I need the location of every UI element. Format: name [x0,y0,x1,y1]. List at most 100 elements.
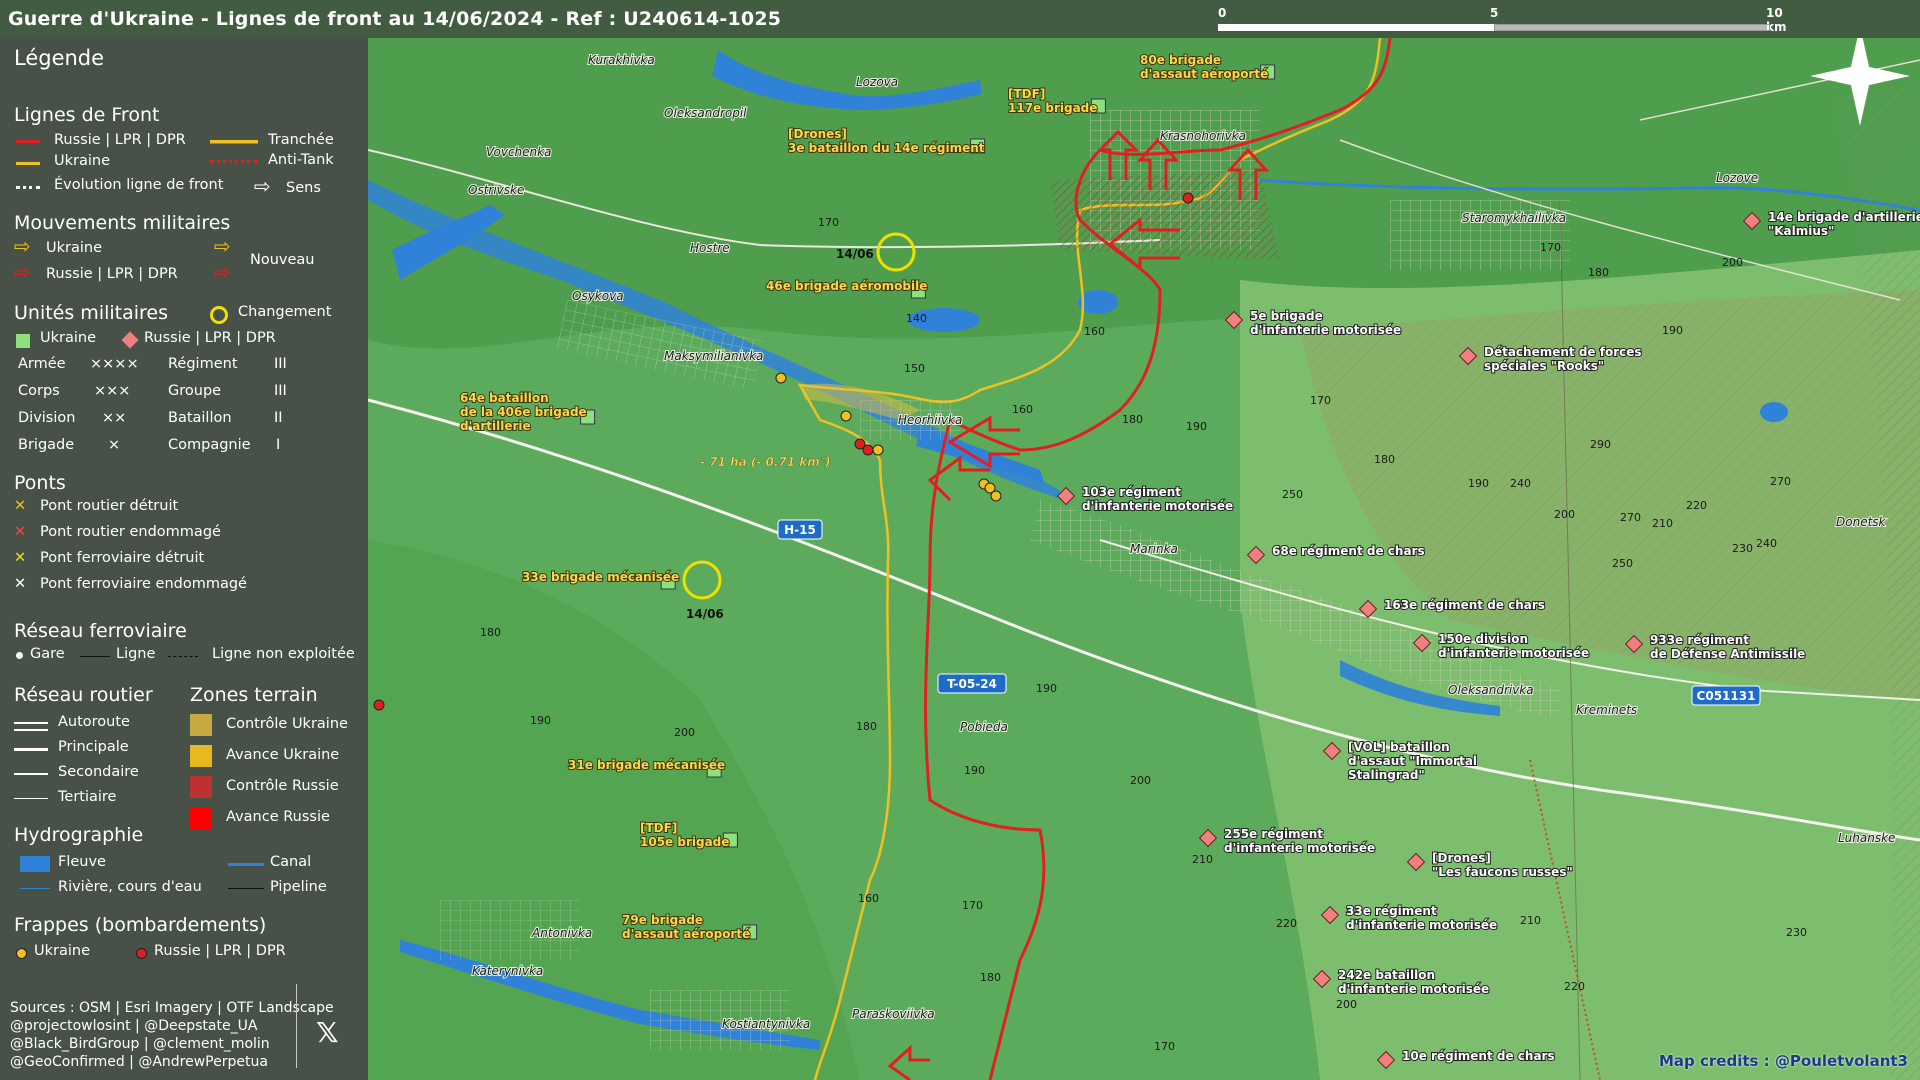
x-logo-icon[interactable]: 𝕏 [316,1016,339,1049]
legend-strike-ukraine: Ukraine [34,943,90,959]
legend-zones-heading: Zones terrain [190,684,318,706]
elevation-label: 190 [1186,420,1207,433]
elevation-label: 200 [1722,256,1743,269]
secondary-road-swatch [14,773,48,775]
unit-label: d'infanterie motorisée [1338,982,1489,996]
strike-russia-icon [136,948,147,959]
legend-road-item: Secondaire [58,764,139,780]
map-title: Guerre d'Ukraine - Lignes de front au 14… [8,8,782,30]
unit-label: 46e brigade aéromobile [766,279,927,293]
map-credits: Map credits : @Pouletvolant3 [1659,1052,1908,1070]
place-label: Heorhiivka [898,413,962,427]
legend-unit-russia: Russie | LPR | DPR [144,330,276,346]
legend-rail-heading: Réseau ferroviaire [14,620,187,642]
unit-label: d'infanterie motorisée [1346,918,1497,932]
legend-bridge-item: Pont routier endommagé [40,524,221,540]
new-russia-arrow-icon: ⇨ [214,260,231,284]
unit-label: [TDF] [1008,87,1045,101]
unit-label: 150e division [1438,632,1528,646]
legend-roads-heading: Réseau routier [14,684,153,706]
sources-line: @GeoConfirmed | @AndrewPerpetua [10,1054,268,1070]
place-label: Kreminets [1576,703,1637,717]
bridge-road-damaged-icon: ✕ [14,524,27,540]
map-canvas[interactable]: N KurakhivkaLozovaOleksandropilVovchenka… [368,38,1920,1080]
legend-title: Légende [14,46,105,70]
unit-label: 33e brigade mécanisée [522,570,679,584]
legend-ukraine-line: Ukraine [54,153,110,169]
unit-label: d'infanterie motorisée [1082,499,1233,513]
stream-swatch [20,888,50,889]
elevation-label: 150 [904,362,925,375]
elevation-label: 180 [1122,413,1143,426]
unit-label: d'artillerie [460,419,531,433]
trench-swatch [210,140,258,144]
unit-label: d'infanterie motorisée [1438,646,1589,660]
place-label: Luhanske [1838,831,1895,845]
legend-fronts-heading: Lignes de Front [14,104,160,126]
russia-unit-icon [121,331,139,349]
echelon-name: Bataillon [168,410,232,426]
legend-river: Fleuve [58,854,106,870]
legend-unused-line: Ligne non exploitée [212,646,355,662]
echelon-symbol: × [108,437,121,453]
legend-strike-russia: Russie | LPR | DPR [154,943,286,959]
legend-movement-russia: Russie | LPR | DPR [46,266,178,282]
elevation-label: 190 [530,714,551,727]
legend-bridge-item: Pont ferroviaire détruit [40,550,205,566]
echelon-symbol: I [276,437,281,453]
elevation-label: 170 [962,899,983,912]
rail-line-swatch [80,656,110,657]
unit-label: 79e brigade [622,913,703,927]
sources-line: @projectowlosint | @Deepstate_UA [10,1018,258,1034]
legend-road-item: Autoroute [58,714,130,730]
scale-label-5: 5 [1490,6,1499,20]
unit-label: "Kalmius" [1768,224,1834,238]
legend-evolution-line: Évolution ligne de front [54,177,224,193]
sources-line: @Black_BirdGroup | @clement_molin [10,1036,270,1052]
strike-ukraine-icon [16,948,27,959]
legend-zone-item: Avance Ukraine [226,747,340,763]
unit-label: 117e brigade [1008,101,1097,115]
elevation-label: 270 [1770,475,1791,488]
place-label: Marinka [1130,542,1178,556]
legend-canal: Canal [270,854,312,870]
unit-label: 68e régiment de chars [1272,544,1425,558]
sources-line: Sources : OSM | Esri Imagery | OTF Lands… [10,1000,334,1016]
place-label: Osykova [572,289,624,303]
place-label: Donetsk [1836,515,1887,529]
unit-label: [TDF] [640,821,677,835]
place-label: Ostrivske [468,183,524,197]
bridge-road-destroyed-icon: ✕ [14,498,27,514]
echelon-name: Groupe [168,383,222,399]
elevation-label: 200 [1130,774,1151,787]
elevation-label: 210 [1520,914,1541,927]
ukraine-line-swatch [16,162,40,165]
scale-label-0: 0 [1218,6,1227,20]
unit-label: de Défense Antimissile [1650,647,1805,661]
canal-swatch [228,863,264,866]
unit-label: [VOL] bataillon [1348,740,1450,754]
elevation-label: 170 [1540,241,1561,254]
legend-strikes-heading: Frappes (bombardements) [14,914,267,936]
elevation-label: 250 [1612,557,1633,570]
unit-label: 242e bataillon [1338,968,1435,982]
ukraine-unit-icon [16,334,30,348]
zone-russia-advance-swatch [190,807,212,829]
elevation-label: 140 [906,312,927,325]
svg-text:T-05-24: T-05-24 [947,677,997,691]
unit-label: "Les faucons russes" [1432,865,1573,879]
legend-road-item: Principale [58,739,129,755]
legend-change: Changement [238,304,332,320]
echelon-name: Division [18,410,76,426]
elevation-label: 200 [1554,508,1575,521]
unit-label: d'assaut aéroporté [622,927,750,941]
unit-label: d'infanterie motorisée [1250,323,1401,337]
place-label: Maksymilianivka [664,349,763,363]
zone-ukraine-advance-swatch [190,745,212,767]
highway-swatch [14,722,48,731]
place-label: Staromykhailivka [1462,211,1566,225]
unit-label: 14e brigade d'artillerie [1768,210,1920,224]
unit-label: [Drones] [1432,851,1491,865]
zone-ukraine-control-swatch [190,714,212,736]
change-date-label: 14/06 [836,247,874,261]
